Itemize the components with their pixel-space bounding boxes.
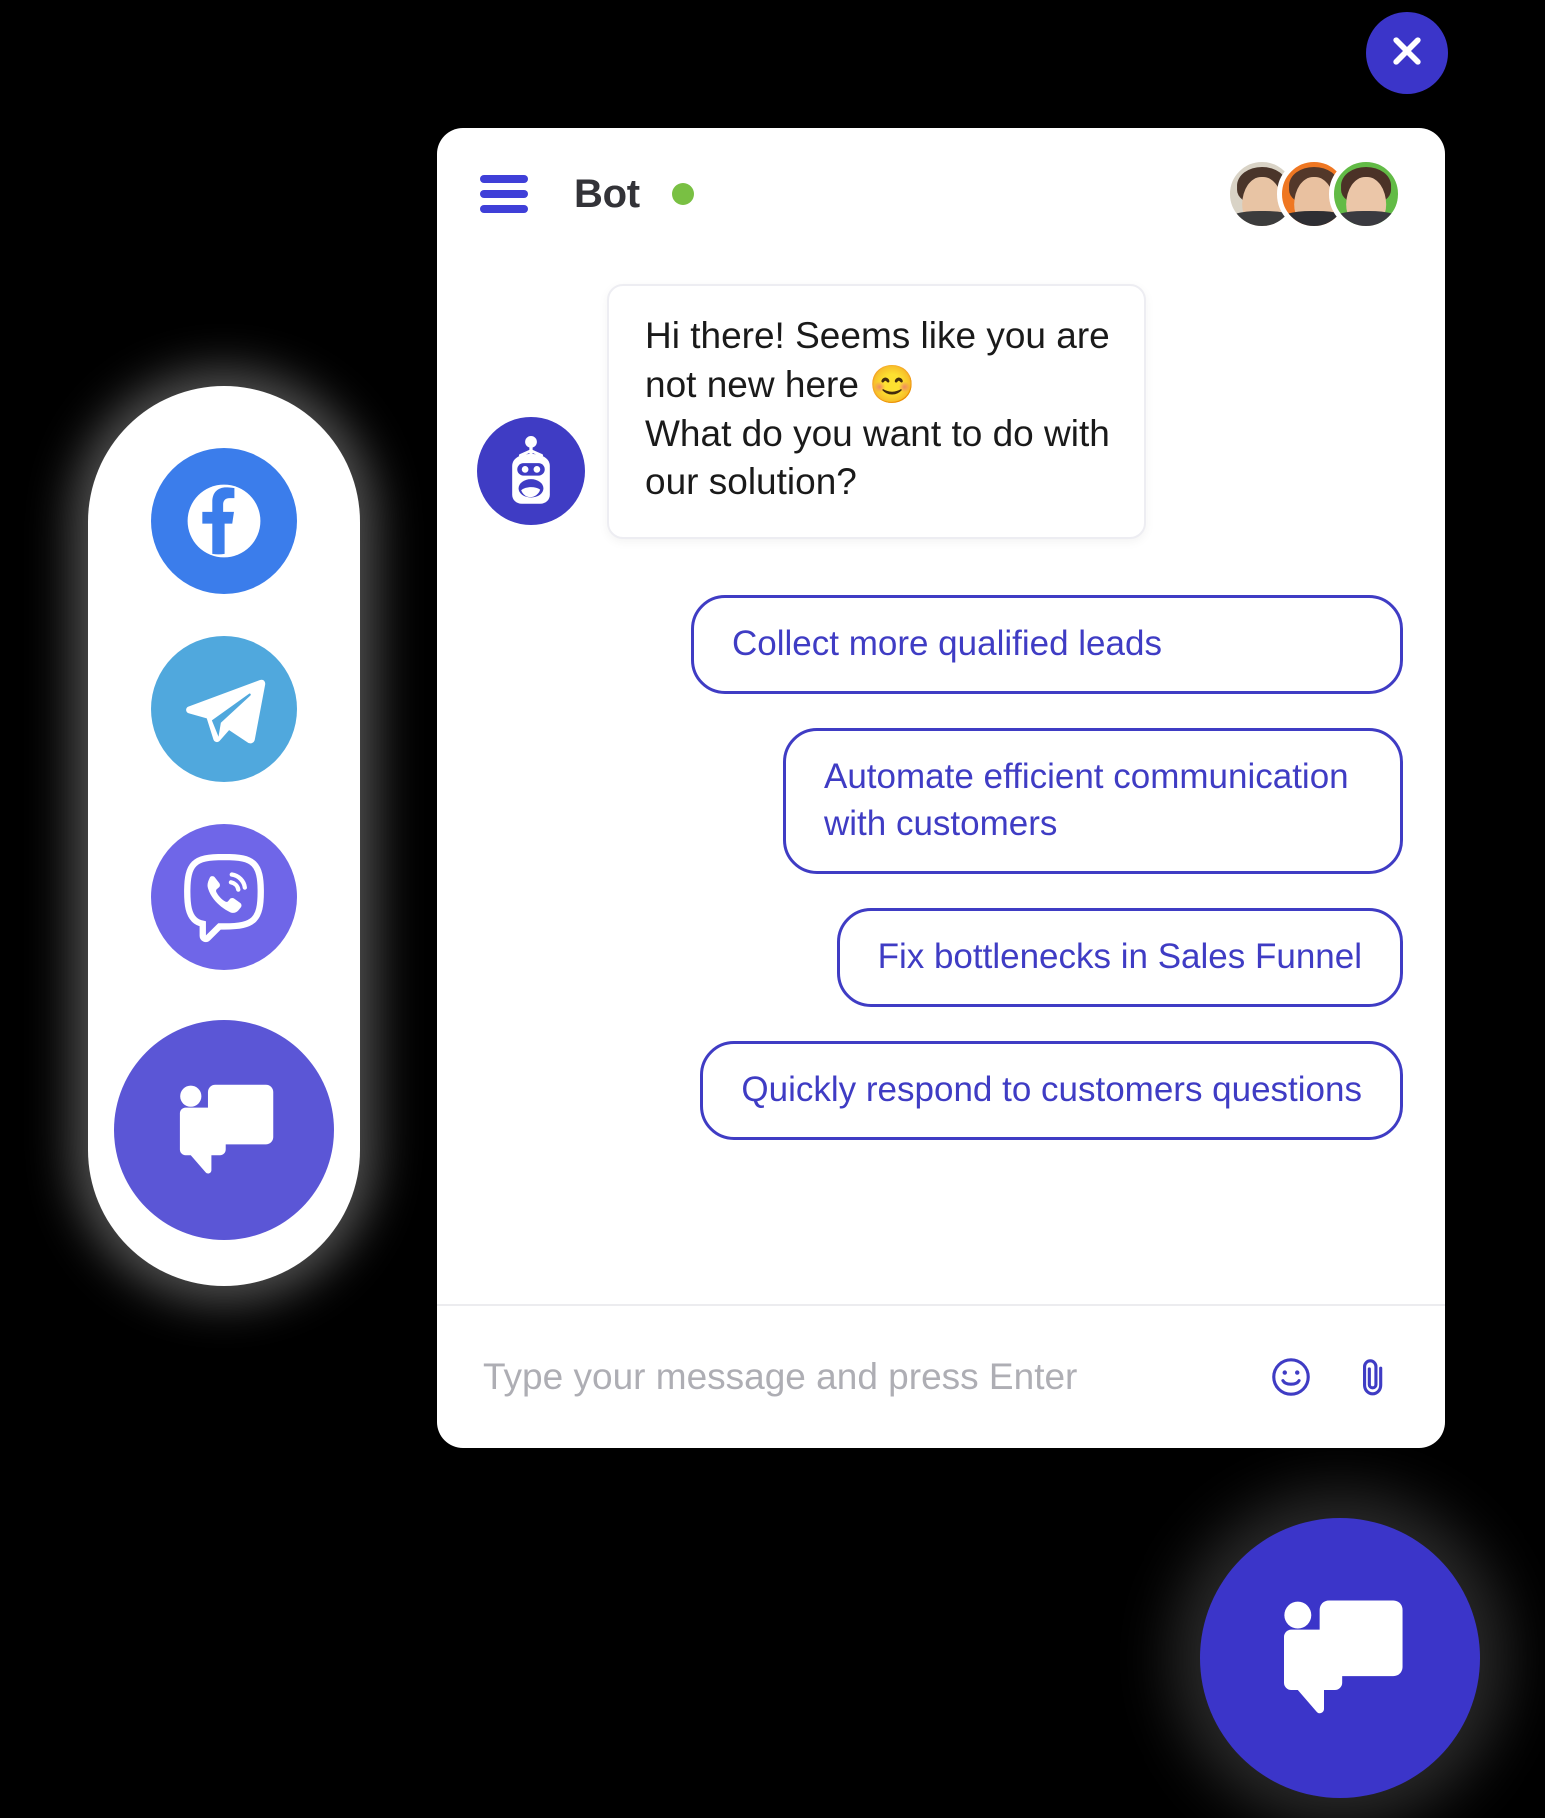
quick-reply-option[interactable]: Quickly respond to customers questions	[700, 1040, 1403, 1140]
page-title: Bot	[574, 171, 640, 216]
chat-bubble-icon	[1284, 1600, 1403, 1714]
agent-avatar-group	[1225, 157, 1403, 231]
sidebar-item-telegram[interactable]	[151, 636, 297, 782]
viber-icon	[184, 853, 264, 942]
channel-sidebar	[88, 386, 360, 1286]
floating-chat-launcher-button[interactable]	[1200, 1518, 1480, 1798]
status-badge	[671, 183, 694, 205]
chat-bubble-icon	[179, 1084, 274, 1174]
search-input[interactable]: Type your message and press Enter	[483, 1356, 1233, 1398]
message-list: Hi there! Seems like you are not new her…	[437, 260, 1445, 1270]
bot-message-row: Hi there! Seems like you are not new her…	[477, 284, 1405, 540]
sidebar-item-viber[interactable]	[151, 824, 297, 970]
robot-icon	[477, 417, 585, 526]
facebook-icon	[187, 484, 261, 558]
bot-message-line: What do you want to do with	[645, 412, 1110, 454]
sidebar-item-facebook[interactable]	[151, 448, 297, 594]
screenshot-root: Bot Hi there! Seems like you are not new…	[0, 0, 1545, 1818]
sidebar-item-chat[interactable]	[114, 1020, 334, 1240]
hamburger-menu-icon[interactable]	[480, 175, 528, 213]
bot-message-line: our solution?	[645, 461, 857, 503]
quick-reply-option[interactable]: Collect more qualified leads	[691, 595, 1403, 695]
telegram-icon	[186, 679, 266, 744]
quick-reply-option[interactable]: Fix bottlenecks in Sales Funnel	[836, 907, 1403, 1007]
bot-message-line: not new here 😊	[645, 363, 916, 405]
paperclip-icon[interactable]	[1349, 1353, 1397, 1401]
quick-reply-group: Collect more qualified leads Automate ef…	[477, 595, 1405, 1140]
widget-header: Bot	[437, 128, 1445, 260]
bot-message-bubble: Hi there! Seems like you are not new her…	[607, 284, 1146, 540]
bot-message-line: Hi there! Seems like you are	[645, 315, 1110, 356]
close-icon	[1387, 31, 1427, 76]
chat-widget-panel: Bot Hi there! Seems like you are not new…	[437, 128, 1445, 1448]
quick-reply-option[interactable]: Automate efficient communication with cu…	[783, 728, 1403, 874]
close-widget-button[interactable]	[1366, 12, 1448, 94]
message-composer: Type your message and press Enter	[437, 1306, 1445, 1448]
smiley-icon[interactable]	[1267, 1353, 1315, 1401]
avatar[interactable]	[1329, 157, 1403, 231]
